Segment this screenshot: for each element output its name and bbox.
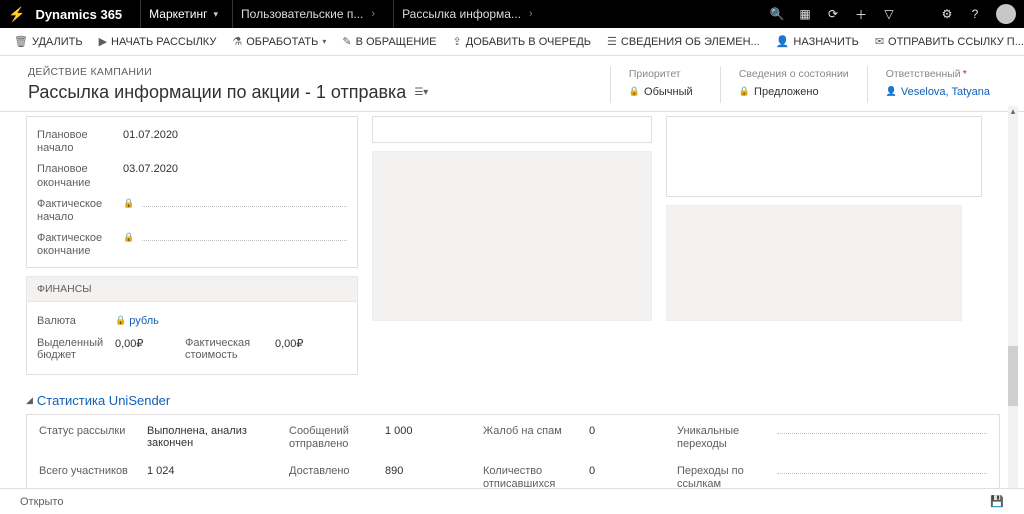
save-icon[interactable]: 💾: [990, 495, 1004, 509]
gear-icon[interactable]: ⚙: [940, 7, 954, 21]
unique-clicks-value: [777, 433, 987, 434]
scroll-up-icon[interactable]: ▴: [1008, 106, 1018, 117]
scrollbar[interactable]: ▴: [1008, 106, 1018, 490]
list-icon: ☰: [607, 35, 617, 48]
record-header: ДЕЙСТВИЕ КАМПАНИИ Рассылка информации по…: [0, 56, 1024, 112]
plan-end-value[interactable]: 03.07.2020: [123, 163, 178, 175]
avatar[interactable]: [996, 4, 1016, 24]
dates-panel: Плановое начало01.07.2020 Плановое оконч…: [26, 116, 358, 268]
area-dropdown[interactable]: Маркетинг: [140, 0, 226, 28]
state-label: Сведения о состоянии: [739, 68, 849, 80]
top-icon-bar: 🔍 ▦ ⟳ ＋ ▽ ⚙ ?: [770, 4, 1016, 24]
content: Плановое начало01.07.2020 Плановое оконч…: [0, 112, 1024, 492]
state-value: Предложено: [754, 86, 819, 98]
priority-label: Приоритет: [629, 68, 702, 80]
record-status: Открыто: [20, 496, 63, 508]
owner-label: Ответственный*: [886, 68, 990, 80]
filter-icon[interactable]: ▽: [882, 7, 896, 21]
status-bar: Открыто 💾: [0, 488, 1024, 514]
recent-icon[interactable]: ⟳: [826, 7, 840, 21]
lock-icon: 🔒: [115, 315, 126, 327]
finance-panel: Валюта🔒 рубль Выделенный бюджет0,00₽ Фак…: [26, 302, 358, 375]
lock-icon: 🔒: [739, 86, 750, 97]
flask-icon: ⚗: [232, 35, 242, 48]
placeholder-panel-b: [372, 151, 652, 321]
item-details-button[interactable]: ☰СВЕДЕНИЯ ОБ ЭЛЕМЕН...: [601, 35, 766, 48]
brand[interactable]: Dynamics 365: [35, 7, 122, 22]
mail-icon: ✉: [875, 35, 884, 48]
placeholder-panel-a: [372, 116, 652, 143]
entity-label: ДЕЙСТВИЕ КАМПАНИИ: [28, 66, 610, 78]
lock-icon: 🔒: [629, 86, 640, 97]
queue-icon: ⇪: [453, 35, 462, 48]
chevron-down-icon: ▾: [322, 37, 326, 46]
to-appeal-button[interactable]: ✎В ОБРАЩЕНИЕ: [336, 35, 442, 48]
lock-icon: 🔒: [123, 232, 134, 243]
placeholder-panel-d: [666, 205, 962, 321]
fact-cost-value[interactable]: 0,00₽: [275, 337, 345, 361]
add-to-queue-button[interactable]: ⇪ДОБАВИТЬ В ОЧЕРЕДЬ: [447, 35, 598, 48]
lock-icon: 🔒: [123, 198, 134, 209]
scroll-thumb[interactable]: [1008, 346, 1018, 406]
send-link-button[interactable]: ✉ОТПРАВИТЬ ССЫЛКУ П...: [869, 35, 1024, 48]
assign-icon: 👤: [776, 35, 790, 48]
plan-start-value[interactable]: 01.07.2020: [123, 129, 178, 141]
sent-value: 1 000: [385, 425, 471, 451]
add-icon[interactable]: ＋: [854, 7, 868, 21]
priority-value: Обычный: [644, 86, 693, 98]
trash-icon: 🗑: [14, 35, 28, 48]
person-icon: 👤: [886, 86, 897, 97]
chevron-right-icon: ›: [371, 8, 375, 20]
chevron-right-icon: ›: [529, 8, 533, 20]
sitemap-icon[interactable]: ▦: [798, 7, 812, 21]
placeholder-panel-c: [666, 116, 982, 197]
currency-link[interactable]: рубль: [129, 315, 159, 327]
topbar: ⚡ Dynamics 365 Маркетинг Пользовательски…: [0, 0, 1024, 28]
start-mailing-button[interactable]: ▶НАЧАТЬ РАССЫЛКУ: [93, 35, 223, 48]
help-icon[interactable]: ?: [968, 7, 982, 21]
search-icon[interactable]: 🔍: [770, 7, 784, 21]
breadcrumb-1[interactable]: Пользовательские п... ›: [232, 0, 387, 28]
page-title: Рассылка информации по акции - 1 отправк…: [28, 82, 406, 103]
mailing-status-value: Выполнена, анализ закончен: [147, 425, 277, 451]
delete-button[interactable]: 🗑УДАЛИТЬ: [8, 35, 89, 48]
process-button[interactable]: ⚗ОБРАБОТАТЬ▾: [226, 35, 332, 48]
bolt-icon: ⚡: [8, 6, 25, 23]
pencil-icon: ✎: [342, 35, 351, 48]
owner-link[interactable]: Veselova, Tatyana: [901, 86, 990, 98]
breadcrumb-2[interactable]: Рассылка информа... ›: [393, 0, 545, 28]
play-icon: ▶: [99, 35, 107, 48]
spam-value: 0: [589, 425, 665, 451]
title-menu-icon[interactable]: ☰▾: [414, 87, 428, 98]
stats-panel: Статус рассылкиВыполнена, анализ законче…: [26, 414, 1000, 493]
caret-icon: ◢: [26, 395, 33, 406]
finance-header: ФИНАНСЫ: [26, 276, 358, 302]
budget-value[interactable]: 0,00₽: [115, 337, 185, 361]
link-clicks-value: [777, 473, 987, 474]
command-bar: 🗑УДАЛИТЬ ▶НАЧАТЬ РАССЫЛКУ ⚗ОБРАБОТАТЬ▾ ✎…: [0, 28, 1024, 56]
stats-section-title[interactable]: ◢Статистика UniSender: [26, 393, 170, 408]
assign-button[interactable]: 👤НАЗНАЧИТЬ: [770, 35, 865, 48]
